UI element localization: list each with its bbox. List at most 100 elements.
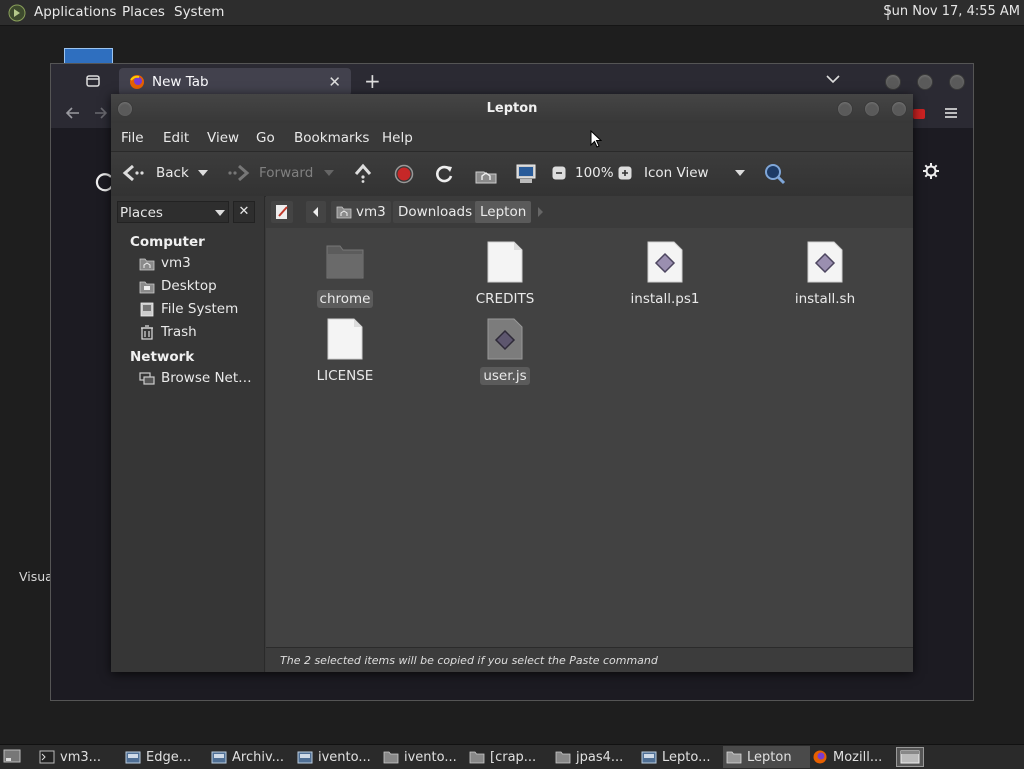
tab-overview-icon[interactable] xyxy=(85,73,101,89)
back-arrow-icon[interactable] xyxy=(65,105,81,121)
home-icon[interactable] xyxy=(475,164,497,184)
show-desktop-icon[interactable] xyxy=(3,748,21,764)
taskbar-item-label: Lepto... xyxy=(662,749,711,765)
breadcrumb-downloads[interactable]: Downloads xyxy=(393,201,478,223)
taskbar-item-ivento-1[interactable]: ivento... xyxy=(294,746,381,768)
zoom-out-icon[interactable] xyxy=(552,166,566,180)
file-item-user-js[interactable]: user.js xyxy=(445,317,565,385)
sidebar-item-file-system[interactable]: File System xyxy=(139,301,238,317)
file-view: chrome CREDITS install.ps1 install.sh LI… xyxy=(266,228,913,647)
taskbar: vm3... Edge... Archiv... ivento... ivent… xyxy=(0,744,1024,769)
forward-arrow-icon[interactable] xyxy=(95,105,107,121)
fm-maximize-button[interactable] xyxy=(864,101,880,117)
computer-icon[interactable] xyxy=(515,163,537,185)
settings-gear-icon[interactable] xyxy=(922,162,940,180)
path-scroll-left-icon[interactable] xyxy=(306,201,326,223)
places-menu[interactable]: Places xyxy=(122,4,165,20)
fm-close-button[interactable] xyxy=(891,101,907,117)
forward-icon[interactable] xyxy=(227,163,251,183)
maximize-button[interactable] xyxy=(917,74,933,90)
fm-minimize-button[interactable] xyxy=(837,101,853,117)
trash-icon xyxy=(141,324,153,340)
path-scroll-right-icon[interactable] xyxy=(536,206,544,218)
menu-edit[interactable]: Edit xyxy=(163,130,189,146)
back-icon[interactable] xyxy=(121,163,145,183)
taskbar-item-label: jpas4... xyxy=(576,749,624,765)
minimize-button[interactable] xyxy=(885,74,901,90)
sidebar-item-desktop[interactable]: Desktop xyxy=(139,278,217,294)
app-icon xyxy=(211,751,227,764)
sidebar-item-trash[interactable]: Trash xyxy=(139,324,197,340)
hamburger-menu-icon[interactable] xyxy=(944,106,958,120)
breadcrumb-label: Lepton xyxy=(480,204,527,220)
taskbar-item-label: Mozill... xyxy=(833,749,883,765)
status-bar: The 2 selected items will be copied if y… xyxy=(266,647,913,672)
home-folder-icon xyxy=(336,206,352,219)
applications-menu[interactable]: Applications xyxy=(34,4,116,20)
forward-button[interactable]: Forward xyxy=(259,165,313,181)
stop-icon[interactable] xyxy=(394,164,414,184)
taskbar-item-label: vm3... xyxy=(60,749,102,765)
taskbar-item-ivento-2[interactable]: ivento... xyxy=(380,746,467,768)
breadcrumb-lepton[interactable]: Lepton xyxy=(475,201,532,223)
system-menu[interactable]: System xyxy=(174,4,224,20)
mouse-cursor-icon xyxy=(590,130,602,148)
distro-logo-icon[interactable] xyxy=(8,4,26,22)
sidebar-item-label: Trash xyxy=(161,324,197,340)
sidebar-selector[interactable]: Places xyxy=(117,201,229,223)
view-mode-dropdown-icon[interactable] xyxy=(735,170,745,176)
taskbar-item-mozilla[interactable]: Mozill... xyxy=(809,746,896,768)
file-name: chrome xyxy=(316,290,374,308)
taskbar-item-lepton[interactable]: Lepton xyxy=(723,746,810,768)
taskbar-item-vm3[interactable]: vm3... xyxy=(36,746,123,768)
back-button[interactable]: Back xyxy=(156,165,189,181)
menu-view[interactable]: View xyxy=(207,130,239,146)
taskbar-item-label: [crap... xyxy=(490,749,537,765)
list-tabs-icon[interactable] xyxy=(826,74,840,84)
window-title: Lepton xyxy=(486,101,538,116)
workspace-switcher[interactable] xyxy=(896,747,924,767)
clock[interactable]: Sun Nov 17, 4:55 AM xyxy=(883,4,1020,19)
taskbar-item-archiv[interactable]: Archiv... xyxy=(208,746,295,768)
menu-file[interactable]: File xyxy=(121,130,144,146)
extension-badge-icon[interactable] xyxy=(913,109,925,119)
file-item-install-ps1[interactable]: install.ps1 xyxy=(605,240,725,308)
file-item-credits[interactable]: CREDITS xyxy=(445,240,565,308)
close-sidebar-icon[interactable]: ✕ xyxy=(233,201,255,223)
menu-help[interactable]: Help xyxy=(382,130,413,146)
file-item-install-sh[interactable]: install.sh xyxy=(765,240,885,308)
forward-history-dropdown-icon[interactable] xyxy=(324,170,334,176)
sidebar-item-browse-network[interactable]: Browse Net… xyxy=(139,370,252,386)
file-item-license[interactable]: LICENSE xyxy=(285,317,405,385)
back-history-dropdown-icon[interactable] xyxy=(198,170,208,176)
folder-icon xyxy=(383,751,399,764)
view-mode-select[interactable]: Icon View xyxy=(644,165,709,181)
tab-new-tab[interactable]: New Tab ✕ xyxy=(119,68,351,96)
taskbar-item-lepto[interactable]: Lepto... xyxy=(638,746,725,768)
taskbar-item-crap[interactable]: [crap... xyxy=(466,746,553,768)
menu-go[interactable]: Go xyxy=(256,130,275,146)
menu-bookmarks[interactable]: Bookmarks xyxy=(294,130,369,146)
taskbar-item-label: ivento... xyxy=(404,749,457,765)
reload-icon[interactable] xyxy=(434,164,454,184)
file-name: install.sh xyxy=(794,291,856,307)
folder-icon xyxy=(469,751,485,764)
taskbar-item-label: Edge... xyxy=(146,749,192,765)
breadcrumb-vm3[interactable]: vm3 xyxy=(331,201,391,223)
sidebar-item-vm3[interactable]: vm3 xyxy=(139,255,191,271)
close-tab-icon[interactable]: ✕ xyxy=(328,73,341,91)
zoom-in-icon[interactable] xyxy=(618,166,632,180)
close-button[interactable] xyxy=(949,74,965,90)
edit-location-icon[interactable] xyxy=(271,201,293,223)
desktop-icon-label[interactable]: Visua xyxy=(19,569,53,584)
status-text: The 2 selected items will be copied if y… xyxy=(280,654,658,667)
window-titlebar[interactable]: Lepton xyxy=(111,94,913,123)
up-icon[interactable] xyxy=(353,163,373,183)
new-tab-button[interactable]: + xyxy=(364,69,381,93)
zoom-level[interactable]: 100% xyxy=(575,165,614,181)
taskbar-item-edge[interactable]: Edge... xyxy=(122,746,209,768)
file-item-chrome[interactable]: chrome xyxy=(285,240,405,308)
window-menu-button[interactable] xyxy=(117,101,133,117)
taskbar-item-jpas4[interactable]: jpas4... xyxy=(552,746,639,768)
search-icon[interactable] xyxy=(763,162,787,186)
